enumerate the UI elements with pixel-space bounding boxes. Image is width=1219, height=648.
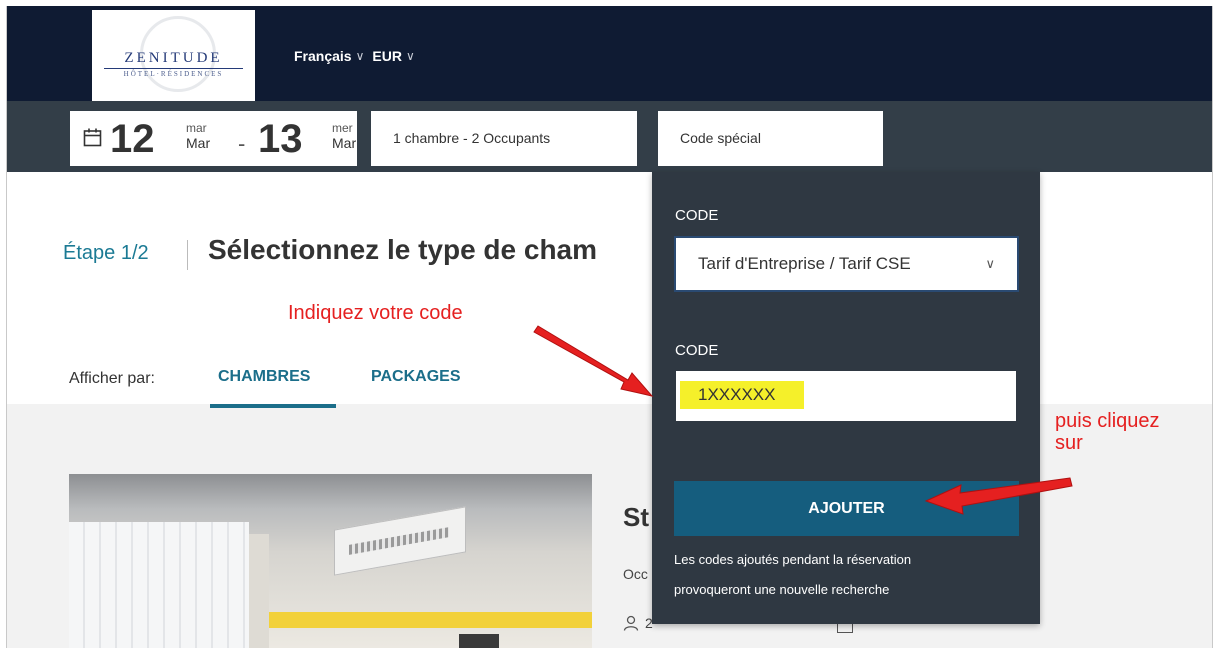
- chevron-down-icon: ∨: [355, 49, 365, 63]
- photo-window-blinds: [69, 522, 249, 648]
- tab-chambres[interactable]: CHAMBRES: [218, 368, 310, 386]
- annotation-click-hint: puis cliquez sur: [1055, 410, 1160, 454]
- locale-selectors: Français ∨ EUR ∨: [294, 48, 419, 64]
- checkout-month: Mar: [332, 135, 357, 151]
- step-divider: [187, 240, 188, 270]
- checkout-weekday: mer: [332, 121, 353, 135]
- display-by-label: Afficher par:: [69, 370, 155, 387]
- room-photo[interactable]: [69, 474, 592, 648]
- date-range-picker[interactable]: 12 mar Mar - 13 mer Mar: [70, 111, 357, 166]
- add-code-button[interactable]: AJOUTER: [674, 481, 1019, 536]
- person-icon: [623, 615, 639, 631]
- browser-frame: ZENITUDE HÔTEL·RÉSIDENCES Français ∨ EUR…: [6, 6, 1213, 648]
- room-title[interactable]: St: [623, 502, 649, 533]
- logo-divider: [104, 68, 243, 69]
- annotation-click-hint-line1: puis cliquez: [1055, 410, 1160, 432]
- top-bar: ZENITUDE HÔTEL·RÉSIDENCES Français ∨ EUR…: [7, 6, 1212, 101]
- logo-subtitle: HÔTEL·RÉSIDENCES: [123, 70, 224, 78]
- code-input[interactable]: 1XXXXXX: [676, 371, 1016, 421]
- page-title: Sélectionnez le type de cham: [208, 234, 598, 265]
- code-note-line2: provoqueront une nouvelle recherche: [674, 582, 890, 597]
- room-occupancy: Occ: [623, 566, 648, 582]
- photo-yellow-stripe: [269, 612, 592, 628]
- date-separator: -: [238, 131, 246, 156]
- calendar-icon: [83, 128, 102, 147]
- annotation-code-hint: Indiquez votre code: [288, 302, 463, 324]
- photo-appliance: [459, 634, 499, 648]
- code-input-label: CODE: [675, 342, 719, 359]
- special-code-panel: CODE Tarif d'Entreprise / Tarif CSE ∨ CO…: [652, 172, 1040, 624]
- annotation-click-hint-line2: sur: [1055, 432, 1083, 454]
- code-type-value: Tarif d'Entreprise / Tarif CSE: [698, 254, 911, 273]
- special-code-toggle[interactable]: Code spécial: [658, 111, 883, 166]
- active-tab-indicator: [210, 404, 336, 408]
- currency-selector[interactable]: EUR: [372, 48, 402, 64]
- code-type-label: CODE: [675, 207, 719, 224]
- checkin-month: Mar: [186, 135, 211, 151]
- code-type-select[interactable]: Tarif d'Entreprise / Tarif CSE ∨: [674, 236, 1019, 292]
- currency-label: EUR: [372, 48, 402, 64]
- tab-packages[interactable]: PACKAGES: [371, 368, 461, 386]
- chevron-down-icon: ∨: [985, 256, 995, 271]
- language-label: Français: [294, 48, 352, 64]
- photo-wall: [249, 534, 269, 648]
- code-input-value: 1XXXXXX: [680, 381, 804, 409]
- logo-name: ZENITUDE: [124, 50, 223, 66]
- code-note-line1: Les codes ajoutés pendant la réservation: [674, 552, 912, 567]
- language-selector[interactable]: Français: [294, 48, 352, 64]
- hotel-logo[interactable]: ZENITUDE HÔTEL·RÉSIDENCES: [92, 10, 255, 101]
- chevron-down-icon: ∨: [405, 49, 415, 63]
- checkin-day: 12: [110, 117, 155, 161]
- step-indicator: Étape 1/2: [63, 242, 149, 264]
- checkin-weekday: mar: [186, 121, 207, 135]
- checkout-day: 13: [258, 117, 303, 161]
- booking-bar: 12 mar Mar - 13 mer Mar 1 chambre - 2 Oc…: [7, 101, 1212, 172]
- rooms-occupants-selector[interactable]: 1 chambre - 2 Occupants: [371, 111, 637, 166]
